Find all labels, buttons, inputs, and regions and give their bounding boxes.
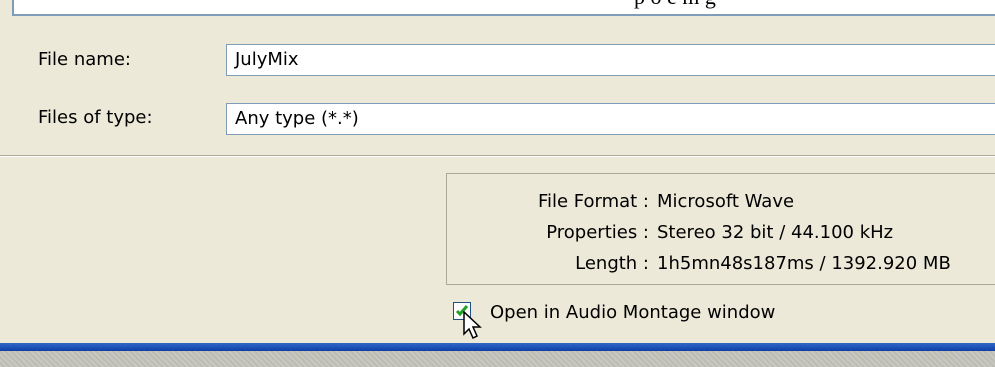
info-row-length: Length : 1h5mn48s187ms / 1392.920 MB [447,253,995,281]
info-key: File Format : [537,191,649,212]
files-of-type-select[interactable]: Any type (*.*) [226,103,995,135]
info-key: Length : [575,253,649,274]
file-info-panel: File Format : Microsoft Wave Properties … [446,173,995,285]
file-name-input[interactable]: JulyMix [226,44,995,76]
file-name-value: JulyMix [235,49,299,70]
file-list-overflow-text: p o e m g [634,0,716,10]
open-montage-label[interactable]: Open in Audio Montage window [490,302,775,323]
info-value: 1h5mn48s187ms / 1392.920 MB [657,253,951,274]
dialog-bottom-edge [0,351,995,367]
info-value: Microsoft Wave [657,191,795,212]
dialog-accent-bar [0,343,995,351]
file-list-frame[interactable]: p o e m g [12,0,995,16]
info-row-format: File Format : Microsoft Wave [447,191,995,219]
mouse-pointer-icon [463,311,482,340]
separator-highlight [0,156,995,157]
files-of-type-value: Any type (*.*) [235,108,359,129]
files-of-type-label: Files of type: [38,107,153,128]
info-row-properties: Properties : Stereo 32 bit / 44.100 kHz [447,222,995,250]
info-value: Stereo 32 bit / 44.100 kHz [657,222,894,243]
file-name-label: File name: [38,49,131,70]
info-key: Properties : [546,222,649,243]
